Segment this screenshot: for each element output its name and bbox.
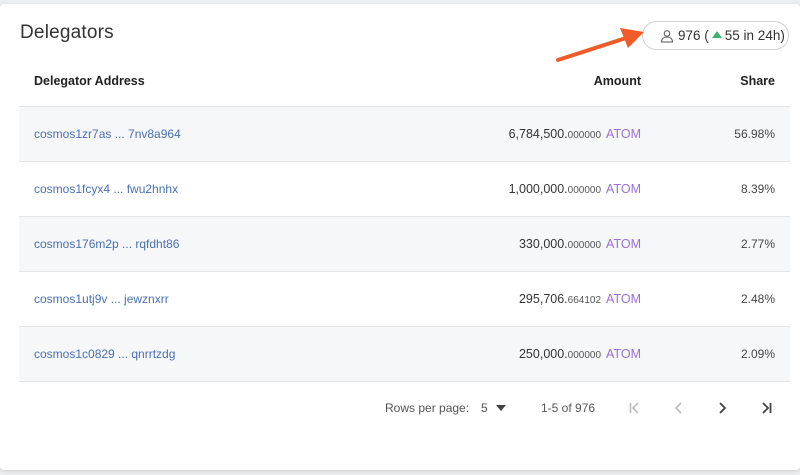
amount-decimals: 000000 [567,240,602,251]
amount-denom: ATOM [606,292,641,306]
pagination-range: 1-5 of 976 [541,401,596,415]
share-cell: 2.48% [740,292,775,306]
amount-cell: 6,784,500.000000 ATOM [369,127,641,141]
first-page-icon [629,402,639,414]
header-amount: Amount [593,73,641,88]
previous-page-button[interactable] [667,396,691,420]
amount-integer: 250,000. [518,347,568,361]
last-page-icon [762,402,772,414]
share-cell: 2.09% [740,347,775,361]
header-address: Delegator Address [34,73,145,88]
amount-decimals: 000000 [567,350,602,361]
table-header: Delegator Address Amount Share [19,55,790,107]
triangle-up-icon [711,31,722,38]
delegator-total: 976 ( [678,28,709,43]
next-page-button[interactable] [710,396,734,420]
user-icon [660,29,674,43]
pagination: Rows per page: 5 1-5 of 976 [19,396,790,420]
header-share: Share [740,73,775,88]
amount-cell: 295,706.664102 ATOM [369,292,641,306]
share-cell: 2.77% [740,237,775,251]
amount-denom: ATOM [606,347,641,361]
amount-denom: ATOM [606,182,641,196]
amount-integer: 330,000. [518,237,568,251]
amount-denom: ATOM [606,127,641,141]
rows-per-page-value: 5 [481,401,488,415]
delegator-address-link[interactable]: cosmos1utj9v ... jewznxrr [34,292,169,306]
amount-decimals: 000000 [567,185,602,196]
amount-cell: 1,000,000.000000 ATOM [369,182,641,196]
delegators-table: Delegator Address Amount Share cosmos1zr… [19,55,790,382]
amount-cell: 330,000.000000 ATOM [369,237,641,251]
caret-down-icon [495,405,506,411]
amount-decimals: 664102 [567,295,602,306]
delegator-address-link[interactable]: cosmos1fcyx4 ... fwu2hnhx [34,182,178,196]
share-cell: 8.39% [740,182,775,196]
table-row: cosmos176m2p ... rqfdht86 330,000.000000… [19,217,790,272]
amount-integer: 295,706. [518,292,568,306]
delegator-delta: 55 in 24h) [724,28,785,43]
amount-denom: ATOM [606,237,641,251]
amount-integer: 6,784,500. [508,127,568,141]
table-row: cosmos1fcyx4 ... fwu2hnhx 1,000,000.0000… [19,162,790,217]
rows-per-page-label: Rows per page: [385,401,470,415]
share-cell: 56.98% [734,127,775,141]
chevron-left-icon [674,402,682,414]
table-row: cosmos1utj9v ... jewznxrr 295,706.664102… [19,272,790,327]
table-row: cosmos1c0829 ... qnrrtzdg 250,000.000000… [19,327,790,382]
delegator-address-link[interactable]: cosmos1zr7as ... 7nv8a964 [34,127,181,141]
first-page-button[interactable] [623,396,647,420]
amount-decimals: 000000 [567,130,602,141]
amount-integer: 1,000,000. [508,182,568,196]
table-row: cosmos1zr7as ... 7nv8a964 6,784,500.0000… [19,107,790,162]
delegator-address-link[interactable]: cosmos176m2p ... rqfdht86 [34,237,179,251]
card-title: Delegators [20,22,114,43]
delegator-address-link[interactable]: cosmos1c0829 ... qnrrtzdg [34,347,175,361]
delegator-count-chip: 976 ( 55 in 24h) [642,21,789,50]
amount-cell: 250,000.000000 ATOM [369,347,641,361]
chevron-right-icon [719,402,727,414]
last-page-button[interactable] [754,396,778,420]
rows-per-page-select[interactable]: 5 [481,396,509,420]
